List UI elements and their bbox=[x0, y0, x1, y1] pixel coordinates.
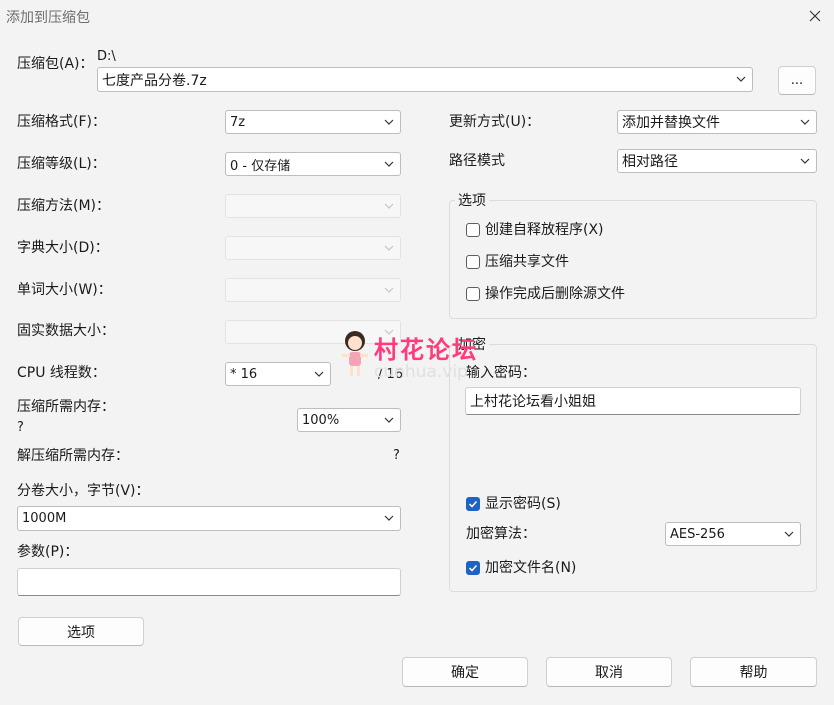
path-mode-combo[interactable]: 相对路径 bbox=[617, 149, 817, 173]
help-button[interactable]: 帮助 bbox=[690, 657, 817, 687]
delete-label[interactable]: 操作完成后删除源文件 bbox=[485, 285, 625, 303]
encryption-method-value: AES-256 bbox=[670, 526, 725, 542]
format-value: 7z bbox=[230, 114, 246, 130]
level-label: 压缩等级(L)： bbox=[17, 156, 106, 172]
format-combo[interactable]: 7z bbox=[225, 110, 401, 134]
solid-label: 固实数据大小： bbox=[17, 323, 115, 339]
shared-label[interactable]: 压缩共享文件 bbox=[485, 253, 569, 271]
encrypt-names-label[interactable]: 加密文件名(N) bbox=[485, 559, 576, 577]
chevron-down-icon bbox=[384, 245, 394, 251]
close-button[interactable] bbox=[796, 0, 834, 32]
encryption-method-label: 加密算法： bbox=[466, 526, 536, 542]
archive-name-combo[interactable]: 七度产品分卷.7z bbox=[97, 67, 753, 92]
dict-combo bbox=[225, 236, 401, 260]
archive-path: D:\ bbox=[97, 49, 116, 64]
mem-percent-combo[interactable]: 100% bbox=[297, 408, 401, 432]
sfx-checkbox[interactable] bbox=[466, 223, 480, 237]
chevron-down-icon bbox=[384, 287, 394, 293]
mascot-icon bbox=[342, 331, 368, 376]
method-combo bbox=[225, 194, 401, 218]
update-label: 更新方式(U)： bbox=[449, 114, 541, 130]
mem-decomp-value: ? bbox=[393, 448, 400, 463]
sfx-label[interactable]: 创建自释放程序(X) bbox=[485, 221, 604, 239]
chevron-down-icon bbox=[384, 417, 394, 423]
chevron-down-icon bbox=[736, 76, 746, 82]
mem-comp-value: ? bbox=[17, 420, 24, 435]
mem-decomp-label: 解压缩所需内存： bbox=[17, 448, 129, 464]
show-password-checkbox[interactable] bbox=[466, 497, 480, 511]
word-label: 单词大小(W)： bbox=[17, 282, 112, 298]
volume-value: 1000M bbox=[22, 511, 67, 526]
mem-comp-label: 压缩所需内存： bbox=[17, 399, 115, 415]
chevron-down-icon bbox=[800, 119, 810, 125]
ok-button[interactable]: 确定 bbox=[402, 657, 528, 687]
chevron-down-icon bbox=[800, 158, 810, 164]
volume-label: 分卷大小，字节(V)： bbox=[17, 483, 150, 499]
format-label: 压缩格式(F)： bbox=[17, 114, 106, 130]
watermark-sub: cunhua.vip bbox=[374, 362, 468, 382]
archive-label: 压缩包(A)： bbox=[17, 56, 94, 72]
encryption-method-combo[interactable]: AES-256 bbox=[665, 522, 801, 546]
dict-label: 字典大小(D)： bbox=[17, 240, 109, 256]
word-combo bbox=[225, 278, 401, 302]
watermark-mascot bbox=[340, 328, 370, 380]
cancel-button[interactable]: 取消 bbox=[546, 657, 672, 687]
update-value: 添加并替换文件 bbox=[622, 115, 720, 131]
title-bar: 添加到压缩包 bbox=[0, 0, 834, 32]
shared-checkbox[interactable] bbox=[466, 255, 480, 269]
encrypt-names-checkbox[interactable] bbox=[466, 561, 480, 575]
params-input[interactable] bbox=[17, 568, 401, 596]
options-button[interactable]: 选项 bbox=[18, 617, 144, 646]
close-icon bbox=[809, 10, 821, 22]
checkmark-icon bbox=[468, 500, 478, 508]
cpu-label: CPU 线程数： bbox=[17, 365, 106, 381]
chevron-down-icon bbox=[314, 371, 324, 377]
level-combo[interactable]: 0 - 仅存储 bbox=[225, 152, 401, 176]
chevron-down-icon bbox=[384, 119, 394, 125]
chevron-down-icon bbox=[384, 515, 394, 521]
chevron-down-icon bbox=[784, 531, 794, 537]
show-password-label[interactable]: 显示密码(S) bbox=[485, 495, 561, 513]
browse-button[interactable]: ... bbox=[778, 66, 816, 95]
archive-name-value: 七度产品分卷.7z bbox=[102, 72, 207, 89]
update-combo[interactable]: 添加并替换文件 bbox=[617, 110, 817, 134]
path-mode-value: 相对路径 bbox=[622, 154, 678, 170]
params-label: 参数(P)： bbox=[17, 544, 79, 560]
checkmark-icon bbox=[468, 564, 478, 572]
window-title: 添加到压缩包 bbox=[6, 10, 90, 26]
cpu-value: * 16 bbox=[230, 366, 258, 382]
method-label: 压缩方法(M)： bbox=[17, 198, 111, 214]
level-value: 0 - 仅存储 bbox=[230, 158, 291, 174]
password-input[interactable]: 上村花论坛看小姐姐 bbox=[465, 387, 801, 415]
mem-percent-value: 100% bbox=[302, 412, 340, 428]
options-group-title: 选项 bbox=[455, 190, 489, 210]
chevron-down-icon bbox=[384, 161, 394, 167]
delete-checkbox[interactable] bbox=[466, 287, 480, 301]
chevron-down-icon bbox=[384, 203, 394, 209]
password-label: 输入密码： bbox=[466, 365, 536, 381]
cpu-combo[interactable]: * 16 bbox=[225, 362, 331, 386]
path-mode-label: 路径模式 bbox=[449, 153, 505, 169]
watermark-text: 村花论坛 bbox=[374, 335, 478, 364]
volume-combo[interactable]: 1000M bbox=[17, 506, 401, 531]
